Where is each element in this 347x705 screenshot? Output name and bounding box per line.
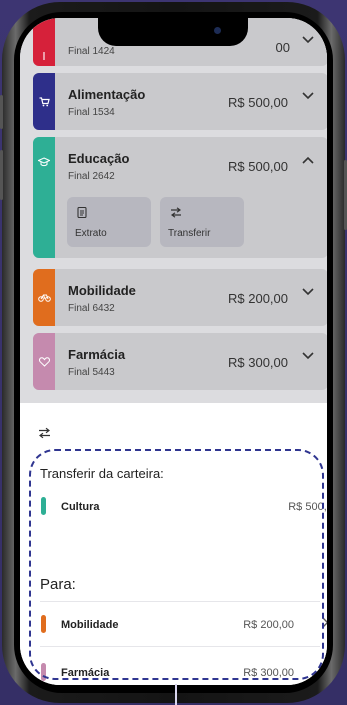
wallet-card-mobilidade[interactable]: Mobilidade Final 6432 R$ 200,00 <box>33 269 327 326</box>
card-color-bar <box>33 73 55 130</box>
card-name: Alimentação <box>68 87 146 102</box>
card-amount: R$ 500,00 <box>228 159 288 174</box>
card-amount: R$ 300,00 <box>228 355 288 370</box>
to-wallet-amount: R$ 300,00 <box>243 667 294 679</box>
card-final: Final 1424 <box>68 46 115 57</box>
to-wallet-name: Mobilidade <box>61 619 119 631</box>
graduation-cap-icon <box>38 157 50 167</box>
wallet-card-farmacia[interactable]: Farmácia Final 5443 R$ 300,00 <box>33 333 327 390</box>
from-wallet-name: Cultura <box>61 501 100 513</box>
to-wallet-name: Farmácia <box>61 667 110 679</box>
transfer-sheet: Transferir da carteira: Cultura R$ 500,0… <box>20 403 327 685</box>
card-name: Mobilidade <box>68 283 136 298</box>
to-wallet-amount: R$ 200,00 <box>243 619 294 631</box>
from-wallet-amount: R$ 500,00 <box>288 501 327 513</box>
card-name: Farmácia <box>68 347 126 362</box>
wallet-color-pill <box>41 663 46 681</box>
transferir-label: Transferir <box>168 228 211 239</box>
to-title: Para: <box>40 576 76 593</box>
card-color-bar <box>33 269 55 326</box>
card-color-bar <box>33 333 55 390</box>
cart-icon <box>39 96 50 106</box>
chevron-up-icon[interactable] <box>302 156 314 164</box>
chevron-down-icon[interactable] <box>302 288 314 296</box>
phone-notch <box>98 18 248 46</box>
chevron-down-icon[interactable] <box>302 92 314 100</box>
card-color-bar <box>33 137 55 258</box>
card-amount: 00 <box>275 40 290 55</box>
document-icon <box>77 207 87 218</box>
card-amount: R$ 200,00 <box>228 291 288 306</box>
phone-screen: ⵏ Final 1424 00 Alimentação Final 1534 R… <box>20 18 327 685</box>
divider <box>40 646 320 647</box>
card-name: Educação <box>68 151 130 166</box>
side-button <box>0 95 3 129</box>
chevron-right-icon[interactable] <box>322 617 327 631</box>
swap-arrows-icon <box>170 207 182 218</box>
wallet-color-pill <box>41 615 46 633</box>
camera-icon <box>214 27 221 34</box>
transferir-button[interactable]: Transferir <box>160 197 244 247</box>
utensils-icon: ⵏ <box>42 51 46 63</box>
extrato-label: Extrato <box>75 228 107 239</box>
wallet-card-alimentacao[interactable]: Alimentação Final 1534 R$ 500,00 <box>33 73 327 130</box>
wallet-card-educacao[interactable]: Educação Final 2642 R$ 500,00 Extrato Tr… <box>33 137 327 258</box>
chevron-right-icon[interactable] <box>322 665 327 679</box>
card-color-bar: ⵏ <box>33 18 55 66</box>
dimmed-background: ⵏ Final 1424 00 Alimentação Final 1534 R… <box>20 18 327 403</box>
card-final: Final 6432 <box>68 303 115 314</box>
swap-arrows-icon <box>39 427 50 439</box>
extrato-button[interactable]: Extrato <box>67 197 151 247</box>
card-final: Final 1534 <box>68 107 115 118</box>
chevron-down-icon[interactable] <box>302 352 314 360</box>
card-final: Final 5443 <box>68 367 115 378</box>
pointer-line <box>175 684 177 705</box>
heart-icon <box>38 356 50 367</box>
from-wallet-title: Transferir da carteira: <box>40 466 164 481</box>
chevron-down-icon[interactable] <box>302 36 314 44</box>
card-amount: R$ 500,00 <box>228 95 288 110</box>
card-final: Final 2642 <box>68 171 115 182</box>
wallet-color-pill <box>41 497 46 515</box>
side-button <box>0 150 3 200</box>
bicycle-icon <box>37 294 51 302</box>
divider <box>40 601 320 602</box>
